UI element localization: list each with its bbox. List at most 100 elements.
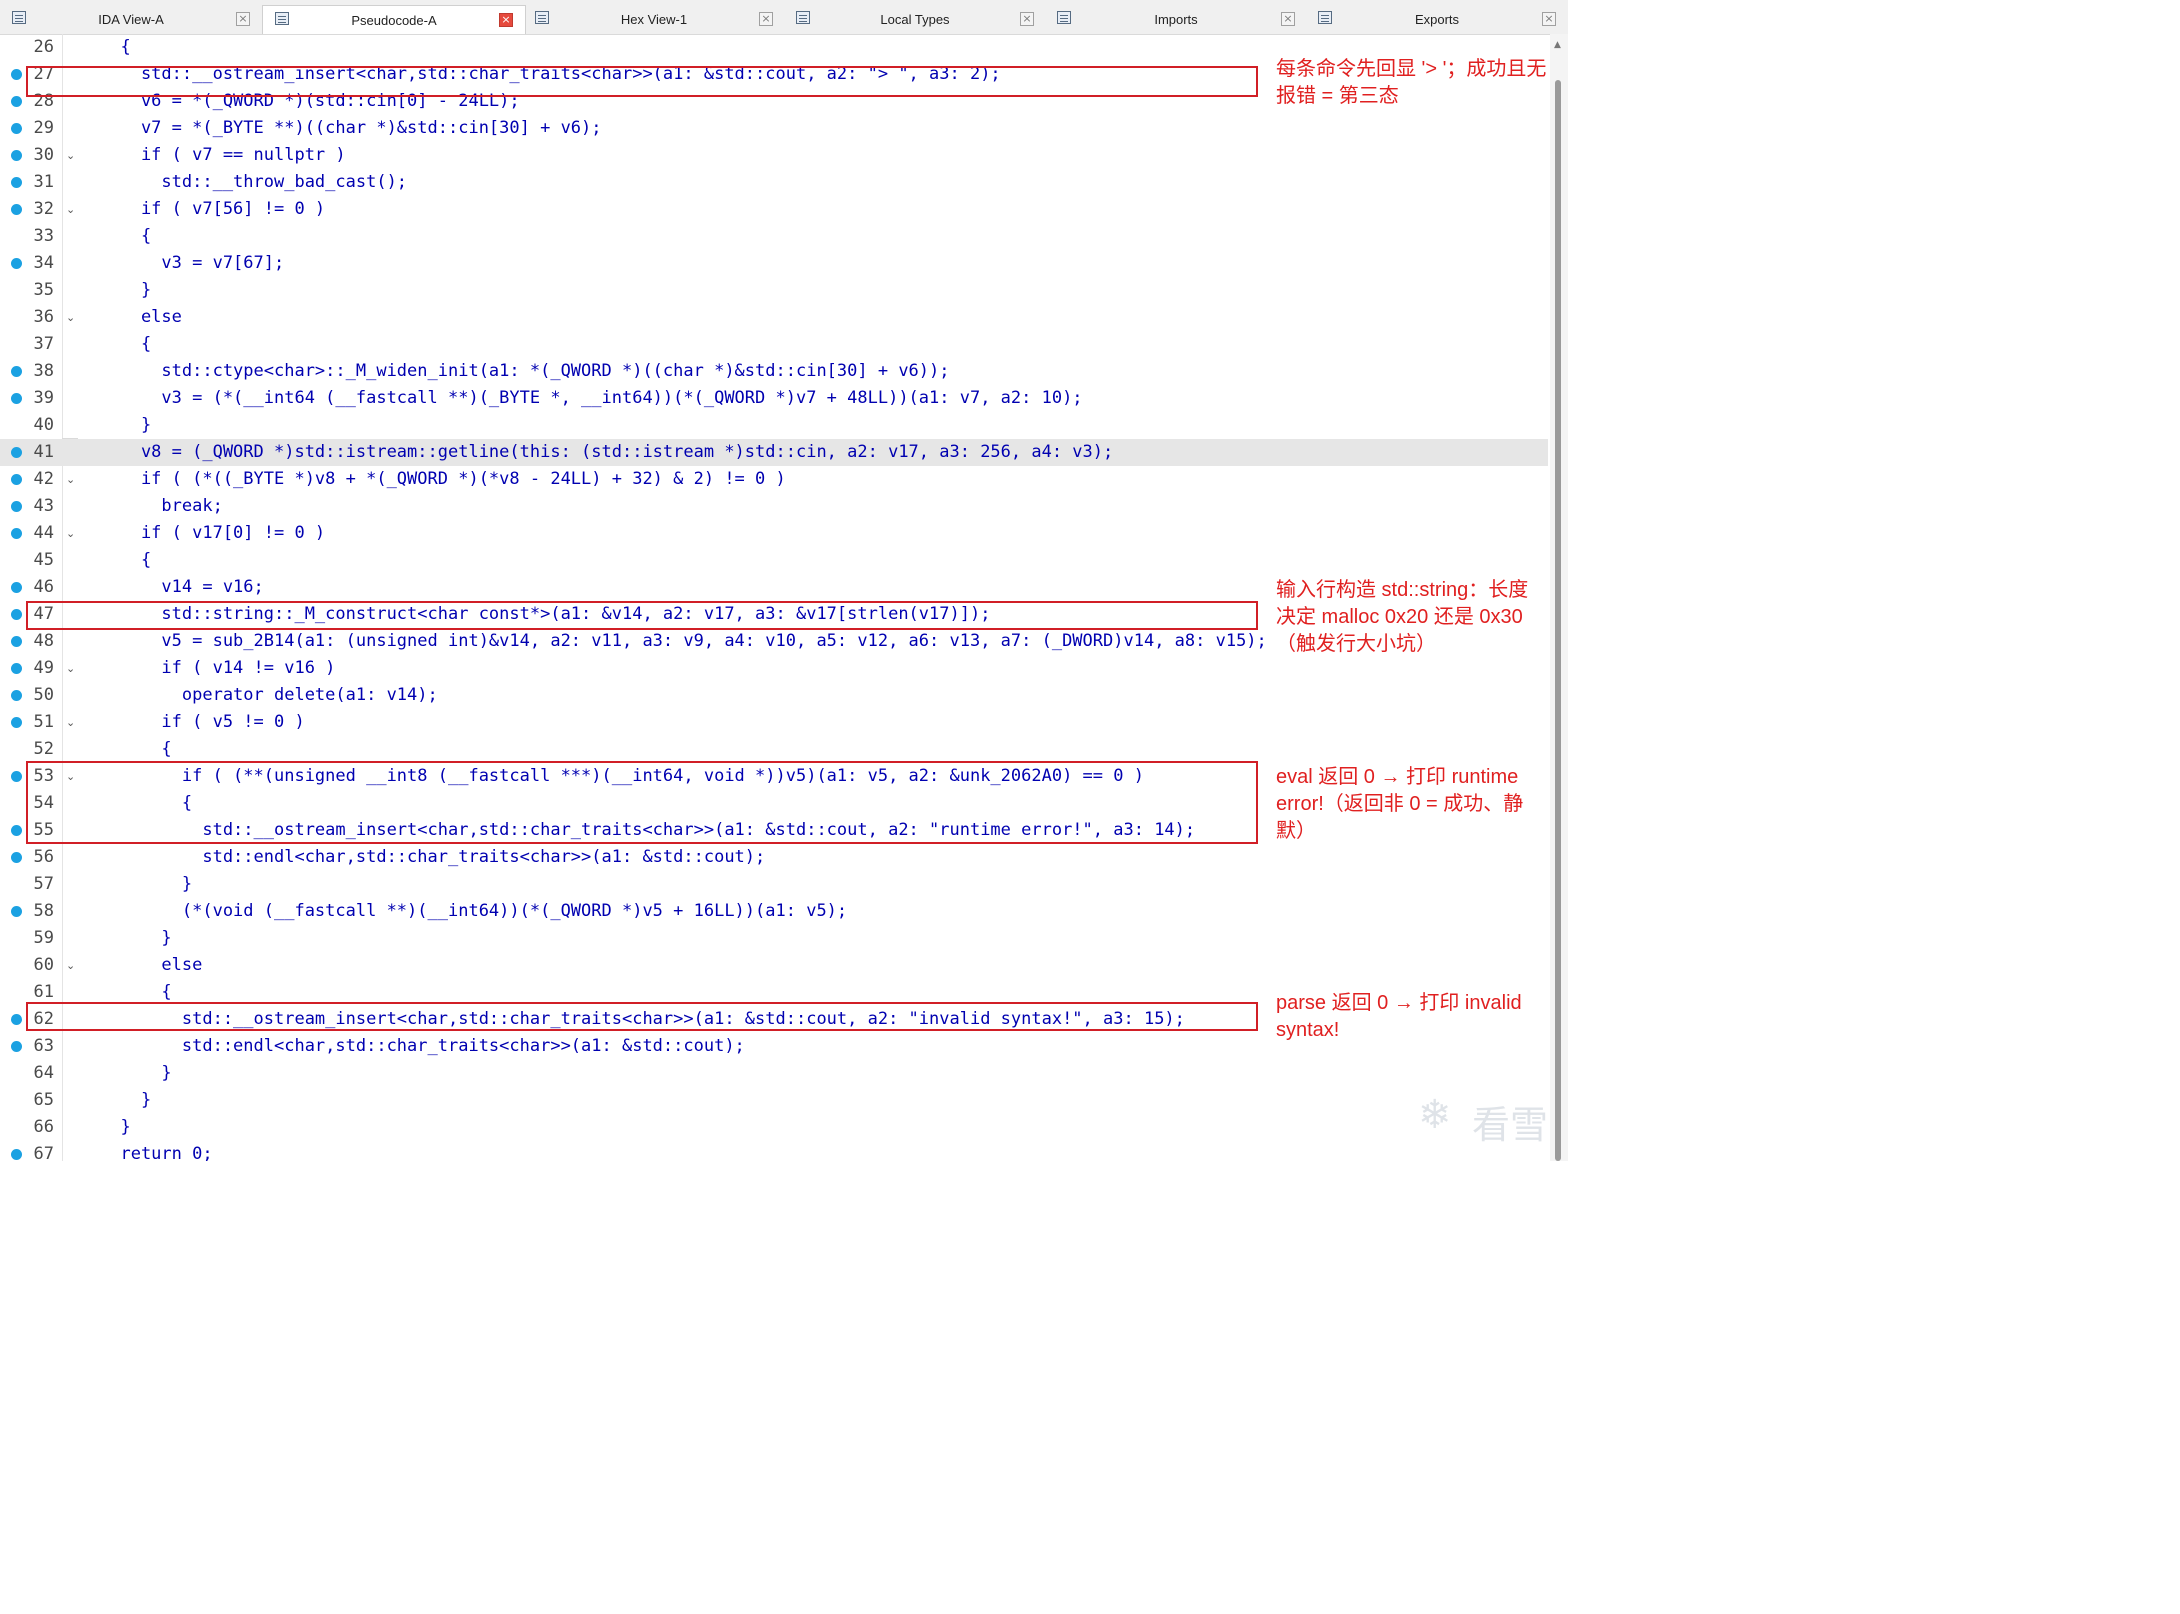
code-line[interactable]: 30 ⌄ if ( v7 == nullptr ) (0, 142, 1548, 169)
breakpoint-dot-icon[interactable] (11, 366, 22, 377)
close-icon[interactable]: × (1020, 12, 1034, 26)
breakpoint-dot-icon[interactable] (11, 123, 22, 134)
code-line[interactable]: 51 ⌄ if ( v5 != 0 ) (0, 709, 1548, 736)
code-line[interactable]: 57 } (0, 871, 1548, 898)
line-number: 60 (33, 955, 54, 975)
code-line[interactable]: 64 } (0, 1060, 1548, 1087)
tab-ida-view-a[interactable]: IDA View-A × (0, 5, 262, 33)
annotation-box-line-62 (26, 1002, 1258, 1031)
code-line[interactable]: 43 break; (0, 493, 1548, 520)
close-icon[interactable]: × (499, 13, 513, 27)
code-line[interactable]: 39 v3 = (*(__int64 (__fastcall **)(_BYTE… (0, 385, 1548, 412)
fold-chevron-icon[interactable]: ⌄ (66, 709, 75, 736)
line-number: 32 (33, 199, 54, 219)
code-line[interactable]: 58 (*(void (__fastcall **)(__int64))(*(_… (0, 898, 1548, 925)
fold-chevron-icon[interactable]: ⌄ (66, 655, 75, 682)
line-number: 66 (33, 1117, 54, 1137)
code-line[interactable]: 49 ⌄ if ( v14 != v16 ) (0, 655, 1548, 682)
code-line[interactable]: 59 } (0, 925, 1548, 952)
breakpoint-dot-icon[interactable] (11, 96, 22, 107)
code-line[interactable]: 35 } (0, 277, 1548, 304)
breakpoint-dot-icon[interactable] (11, 447, 22, 458)
breakpoint-dot-icon[interactable] (11, 1041, 22, 1052)
breakpoint-dot-icon[interactable] (11, 906, 22, 917)
code-line[interactable]: 31 std::__throw_bad_cast(); (0, 169, 1548, 196)
tab-label: Exports (1414, 12, 1460, 27)
close-icon[interactable]: × (1281, 12, 1295, 26)
breakpoint-dot-icon[interactable] (11, 771, 22, 782)
vertical-scrollbar[interactable]: ▲ (1550, 34, 1568, 1161)
code-line[interactable]: 44 ⌄ if ( v17[0] != 0 ) (0, 520, 1548, 547)
tab-view-icon (535, 11, 549, 24)
fold-chevron-icon[interactable]: ⌄ (66, 520, 75, 547)
annotation-runtime-error: eval 返回 0 → 打印 runtime error!（返回非 0 = 成功… (1276, 766, 1524, 842)
breakpoint-dot-icon[interactable] (11, 528, 22, 539)
code-text: } (100, 415, 152, 435)
code-line[interactable]: 34 v3 = v7[67]; (0, 250, 1548, 277)
close-icon[interactable]: × (1542, 12, 1556, 26)
fold-chevron-icon[interactable]: ⌄ (66, 466, 75, 493)
code-text: if ( v7[56] != 0 ) (100, 199, 326, 219)
code-line[interactable]: 40 } (0, 412, 1548, 439)
breakpoint-dot-icon[interactable] (11, 204, 22, 215)
code-line[interactable]: 45 { (0, 547, 1548, 574)
breakpoint-dot-icon[interactable] (11, 582, 22, 593)
tab-pseudocode-a[interactable]: Pseudocode-A × (262, 5, 526, 34)
line-number: 64 (33, 1063, 54, 1083)
close-icon[interactable]: × (759, 12, 773, 26)
code-text: if ( v17[0] != 0 ) (100, 523, 326, 543)
line-number: 41 (33, 442, 54, 462)
fold-chevron-icon[interactable]: ⌄ (66, 952, 75, 979)
code-line[interactable]: 66 } (0, 1114, 1548, 1141)
line-number: 48 (33, 631, 54, 651)
code-line[interactable]: 33 { (0, 223, 1548, 250)
code-line[interactable]: 56 std::endl<char,std::char_traits<char>… (0, 844, 1548, 871)
breakpoint-dot-icon[interactable] (11, 636, 22, 647)
close-icon[interactable]: × (236, 12, 250, 26)
tab-view-icon (1318, 11, 1332, 24)
breakpoint-dot-icon[interactable] (11, 690, 22, 701)
tab-hex-view-1[interactable]: Hex View-1 × (523, 5, 785, 33)
breakpoint-dot-icon[interactable] (11, 1014, 22, 1025)
code-line[interactable]: 52 { (0, 736, 1548, 763)
fold-chevron-icon[interactable]: ⌄ (66, 304, 75, 331)
breakpoint-dot-icon[interactable] (11, 474, 22, 485)
code-line[interactable]: 50 operator delete(a1: v14); (0, 682, 1548, 709)
scroll-up-arrow-icon[interactable]: ▲ (1554, 40, 1561, 50)
code-text: if ( v7 == nullptr ) (100, 145, 346, 165)
breakpoint-dot-icon[interactable] (11, 69, 22, 80)
line-number: 51 (33, 712, 54, 732)
breakpoint-dot-icon[interactable] (11, 177, 22, 188)
breakpoint-dot-icon[interactable] (11, 393, 22, 404)
breakpoint-dot-icon[interactable] (11, 609, 22, 620)
code-text: v7 = *(_BYTE **)((char *)&std::cin[30] +… (100, 118, 602, 138)
tab-local-types[interactable]: Local Types × (784, 5, 1046, 33)
code-line[interactable]: 42 ⌄ if ( (*((_BYTE *)v8 + *(_QWORD *)(*v… (0, 466, 1548, 493)
breakpoint-dot-icon[interactable] (11, 150, 22, 161)
fold-chevron-icon[interactable]: ⌄ (66, 142, 75, 169)
code-line[interactable]: 38 std::ctype<char>::_M_widen_init(a1: *… (0, 358, 1548, 385)
code-line[interactable]: 67 return 0; (0, 1141, 1548, 1161)
breakpoint-dot-icon[interactable] (11, 852, 22, 863)
code-line[interactable]: 32 ⌄ if ( v7[56] != 0 ) (0, 196, 1548, 223)
tab-imports[interactable]: Imports × (1045, 5, 1307, 33)
line-number: 34 (33, 253, 54, 273)
breakpoint-dot-icon[interactable] (11, 1149, 22, 1160)
tab-exports[interactable]: Exports × (1306, 5, 1568, 33)
breakpoint-dot-icon[interactable] (11, 501, 22, 512)
code-line[interactable]: 36 ⌄ else (0, 304, 1548, 331)
line-number: 56 (33, 847, 54, 867)
breakpoint-dot-icon[interactable] (11, 258, 22, 269)
breakpoint-dot-icon[interactable] (11, 825, 22, 836)
breakpoint-dot-icon[interactable] (11, 663, 22, 674)
code-line[interactable]: 29 v7 = *(_BYTE **)((char *)&std::cin[30… (0, 115, 1548, 142)
breakpoint-dot-icon[interactable] (11, 717, 22, 728)
line-number: 43 (33, 496, 54, 516)
code-line[interactable]: 41 v8 = (_QWORD *)std::istream::getline(… (0, 439, 1548, 466)
scrollbar-thumb[interactable] (1555, 80, 1561, 1161)
fold-chevron-icon[interactable]: ⌄ (66, 196, 75, 223)
tab-label: Imports (1154, 12, 1198, 27)
code-line[interactable]: 37 { (0, 331, 1548, 358)
code-line[interactable]: 65 } (0, 1087, 1548, 1114)
code-line[interactable]: 60 ⌄ else (0, 952, 1548, 979)
